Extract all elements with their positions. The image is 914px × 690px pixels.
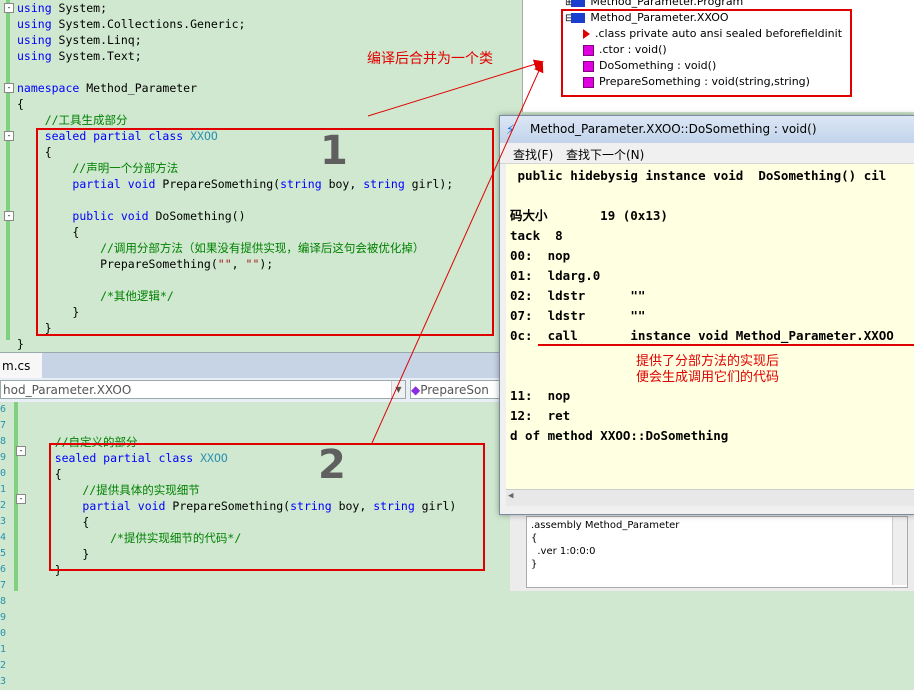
code-line[interactable]: using System.Collections.Generic; <box>17 16 453 32</box>
manifest-line: } <box>531 559 538 570</box>
file-tab[interactable]: m.cs <box>0 353 42 379</box>
code-line[interactable]: using System; <box>17 0 453 16</box>
line-number: 8 <box>0 436 7 447</box>
il-line: tack 8 <box>510 228 563 243</box>
scroll-left-icon[interactable]: ◀ <box>508 491 513 501</box>
il-line: 01: ldarg.0 <box>510 268 601 283</box>
line-number: 3 <box>0 516 7 527</box>
line-number: 7 <box>0 420 7 431</box>
il-code-text: public hidebysig instance void DoSomethi… <box>510 166 894 446</box>
horizontal-scrollbar[interactable]: ◀ <box>506 489 914 506</box>
generated-part-box <box>36 128 494 336</box>
line-number: 6 <box>0 564 7 575</box>
line-number: 0 <box>0 468 7 479</box>
code-token: //工具生成部分 <box>17 113 128 127</box>
collapse-icon[interactable]: - <box>16 446 26 456</box>
collapse-icon[interactable]: - <box>4 3 14 13</box>
code-line[interactable]: using System.Linq; <box>17 32 453 48</box>
chevron-down-icon[interactable]: ▼ <box>391 381 405 398</box>
line-number: 8 <box>0 596 7 607</box>
code-line[interactable] <box>27 418 456 434</box>
collapse-markers: - - - - <box>4 0 14 340</box>
code-line[interactable]: //工具生成部分 <box>17 112 453 128</box>
file-tab-strip: m.cs <box>0 352 500 379</box>
code-token: System.Collections.Generic; <box>51 17 246 31</box>
manifest-line: .assembly Method_Parameter <box>531 520 680 531</box>
custom-part-box <box>49 443 485 571</box>
code-token: using <box>17 1 52 15</box>
il-line: 00: nop <box>510 248 571 263</box>
call-underline <box>538 344 914 346</box>
il-line: 07: ldstr "" <box>510 308 646 323</box>
il-line: 0c: call instance void Method_Parameter.… <box>510 328 894 343</box>
line-number: 2 <box>0 660 7 671</box>
code-line[interactable] <box>27 402 456 418</box>
menu-find[interactable]: 查找(F) <box>513 146 553 163</box>
code-line[interactable]: } <box>17 336 453 352</box>
manifest-line: .ver 1:0:0:0 <box>531 546 596 557</box>
code-line[interactable]: namespace Method_Parameter <box>17 80 453 96</box>
merge-note: 编译后合并为一个类 <box>367 51 493 67</box>
method-combo-value: PrepareSon <box>420 383 489 397</box>
il-line: 码大小 19 (0x13) <box>510 208 668 223</box>
line-number: 2 <box>0 500 7 511</box>
code-token: using <box>17 17 52 31</box>
il-line: 12: ret <box>510 408 571 423</box>
line-number-gutter: 6 7 8 9 0 1 2 3 4 5 6 7 8 9 0 1 2 3 <box>0 402 12 690</box>
line-number: 7 <box>0 580 7 591</box>
code-line[interactable]: { <box>17 96 453 112</box>
tree-item-label: Method_Parameter.Program <box>590 0 744 8</box>
line-number: 1 <box>0 644 7 655</box>
manifest-line: { <box>531 533 538 544</box>
class-combo[interactable]: hod_Parameter.XXOO ▼ <box>0 380 406 399</box>
method-icon: ◆ <box>411 383 421 397</box>
il-line: public hidebysig instance void DoSomethi… <box>510 168 887 183</box>
method-combo[interactable]: ◆PrepareSon <box>410 380 502 399</box>
il-code-view[interactable]: public hidebysig instance void DoSomethi… <box>506 164 914 489</box>
line-number: 9 <box>0 452 7 463</box>
collapse-icon[interactable]: - <box>4 131 14 141</box>
nav-bar: hod_Parameter.XXOO ▼ ◆PrepareSon <box>0 378 502 403</box>
impl-note-line2: 便会生成调用它们的代码 <box>636 370 780 385</box>
line-number: 6 <box>0 404 7 415</box>
code-token: System.Linq; <box>51 33 142 47</box>
collapse-icon[interactable]: - <box>4 211 14 221</box>
il-window-title: Method_Parameter.XXOO::DoSomething : voi… <box>530 122 817 136</box>
line-number: 4 <box>0 532 7 543</box>
manifest-text: .assembly Method_Parameter { .ver 1:0:0:0… <box>531 519 679 571</box>
lightning-icon: ⚡ <box>506 120 516 138</box>
class-icon <box>575 0 586 7</box>
line-number: 5 <box>0 548 7 559</box>
label-one: 1 <box>320 128 348 174</box>
code-token: } <box>17 337 24 351</box>
il-window-titlebar[interactable]: ⚡ Method_Parameter.XXOO::DoSomething : v… <box>500 116 914 143</box>
il-line: 11: nop <box>510 388 571 403</box>
collapse-icon[interactable]: - <box>4 83 14 93</box>
code-token: using <box>17 33 52 47</box>
line-number: 3 <box>0 676 7 687</box>
code-token: { <box>17 97 24 111</box>
manifest-view[interactable]: .assembly Method_Parameter { .ver 1:0:0:0… <box>526 516 908 588</box>
label-two: 2 <box>318 442 346 488</box>
merged-class-box <box>561 9 852 97</box>
collapse-icon[interactable]: - <box>16 494 26 504</box>
file-tab-label: m.cs <box>2 359 31 373</box>
code-token: System; <box>51 1 108 15</box>
code-token: Method_Parameter <box>79 81 198 95</box>
line-number: 1 <box>0 484 7 495</box>
il-window: ⚡ Method_Parameter.XXOO::DoSomething : v… <box>499 115 914 515</box>
line-number: 0 <box>0 628 7 639</box>
line-number: 9 <box>0 612 7 623</box>
il-menubar: 查找(F) 查找下一个(N) <box>500 143 914 164</box>
il-line: d of method XXOO::DoSomething <box>510 428 729 443</box>
vertical-scrollbar[interactable] <box>892 517 907 585</box>
class-combo-value: hod_Parameter.XXOO <box>3 383 132 397</box>
menu-find-next[interactable]: 查找下一个(N) <box>566 146 644 163</box>
expander-icon[interactable]: ⊞ <box>565 0 573 8</box>
code-token: using <box>17 49 52 63</box>
il-line: 02: ldstr "" <box>510 288 646 303</box>
code-token: System.Text; <box>51 49 142 63</box>
il-line <box>510 186 894 206</box>
code-token: namespace <box>17 81 80 95</box>
